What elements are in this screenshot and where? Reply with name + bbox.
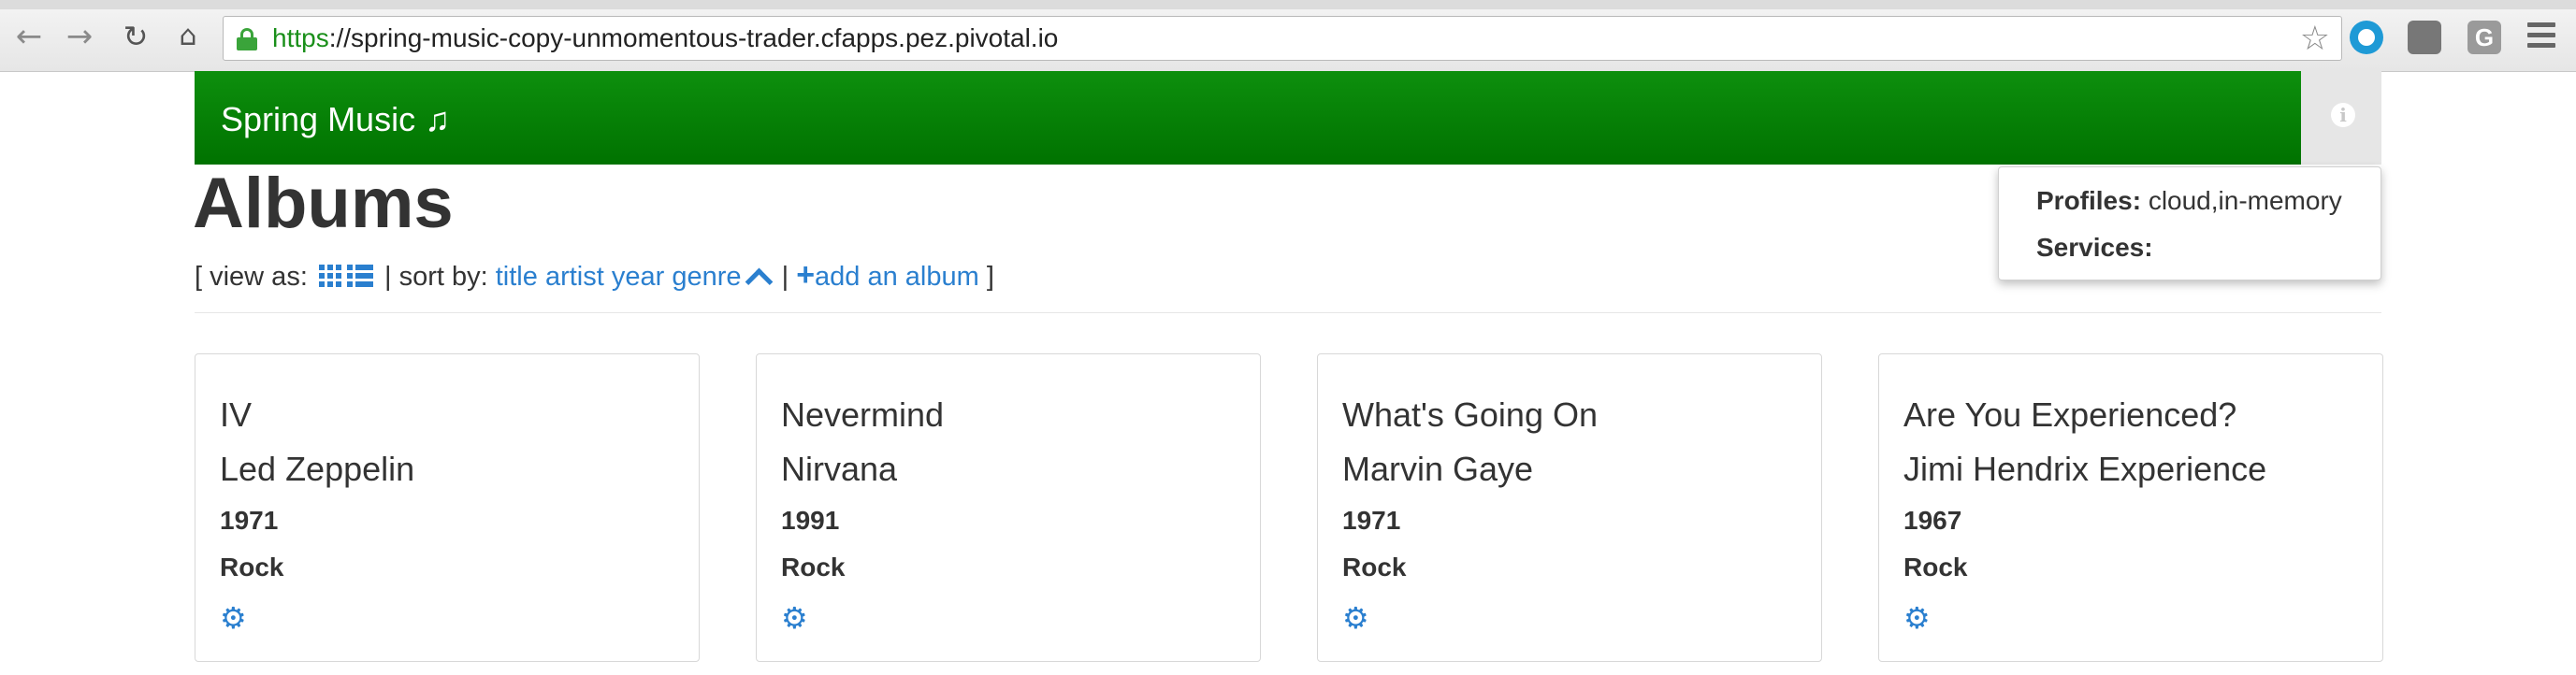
extension-circle-icon[interactable]: [2350, 21, 2383, 54]
album-year[interactable]: 1971: [1342, 506, 1400, 536]
home-icon[interactable]: ⌂: [172, 21, 204, 52]
album-artist[interactable]: Nirvana: [781, 450, 897, 489]
browser-toolbar: ← → ↻ ⌂ https://spring-music-copy-unmome…: [0, 0, 2576, 72]
forward-arrow-icon[interactable]: →: [64, 21, 95, 52]
info-popover: Profiles: cloud,in-memory Services:: [1998, 166, 2381, 280]
reload-icon[interactable]: ↻: [120, 21, 152, 52]
lock-icon: [237, 28, 257, 50]
brand[interactable]: Spring Music ♫: [221, 71, 450, 168]
page-title: Albums: [193, 164, 454, 243]
view-sort-toolbar: [ view as: | sort by: title artist year …: [195, 257, 994, 296]
url-text[interactable]: https://spring-music-copy-unmomentous-tr…: [272, 17, 1058, 60]
extension-box-icon[interactable]: [2408, 21, 2441, 54]
info-button[interactable]: i: [2301, 71, 2381, 165]
profiles-label: Profiles:: [2036, 186, 2142, 215]
album-genre[interactable]: Rock: [1903, 553, 1967, 582]
tab-strip: [0, 0, 2576, 9]
album-card: IV Led Zeppelin 1971 Rock ⚙: [195, 353, 700, 662]
profiles-value: cloud,in-memory: [2148, 186, 2342, 215]
grid-view-icon[interactable]: [318, 265, 341, 288]
album-card: Are You Experienced? Jimi Hendrix Experi…: [1878, 353, 2383, 662]
album-year[interactable]: 1971: [220, 506, 278, 536]
view-as-label: [ view as:: [195, 262, 308, 292]
gear-icon[interactable]: ⚙: [1342, 603, 1369, 633]
album-year[interactable]: 1967: [1903, 506, 1961, 536]
profiles-row: Profiles: cloud,in-memory: [2036, 186, 2342, 216]
url-host: ://spring-music-copy-unmomentous-trader.…: [328, 23, 1059, 52]
bookmark-star-icon[interactable]: ☆: [2300, 21, 2330, 58]
sort-by-label: | sort by:: [384, 262, 488, 292]
music-note-icon: ♫: [425, 100, 451, 138]
album-genre[interactable]: Rock: [1342, 553, 1406, 582]
back-arrow-icon[interactable]: ←: [13, 21, 45, 52]
sort-artist-link[interactable]: artist: [545, 262, 604, 292]
album-title[interactable]: What's Going On: [1342, 395, 1598, 435]
address-bar[interactable]: https://spring-music-copy-unmomentous-tr…: [223, 16, 2342, 61]
album-artist[interactable]: Marvin Gaye: [1342, 450, 1533, 489]
divider: [195, 312, 2381, 313]
services-row: Services:: [2036, 233, 2153, 263]
list-view-icon[interactable]: [346, 265, 373, 288]
toolbar-separator: |: [781, 262, 789, 292]
gear-icon[interactable]: ⚙: [1903, 603, 1931, 633]
gear-icon[interactable]: ⚙: [781, 603, 808, 633]
album-artist[interactable]: Led Zeppelin: [220, 450, 414, 489]
album-card: Nevermind Nirvana 1991 Rock ⚙: [756, 353, 1261, 662]
album-title[interactable]: Nevermind: [781, 395, 944, 435]
url-scheme: https: [272, 23, 329, 52]
album-title[interactable]: IV: [220, 395, 252, 435]
album-year[interactable]: 1991: [781, 506, 839, 536]
services-label: Services:: [2036, 233, 2153, 262]
plus-icon: +: [796, 257, 816, 294]
app-header: Spring Music ♫: [195, 71, 2301, 165]
album-genre[interactable]: Rock: [781, 553, 845, 582]
add-album-label: add an album: [815, 262, 979, 292]
sort-genre-link[interactable]: genre: [672, 262, 741, 292]
album-genre[interactable]: Rock: [220, 553, 283, 582]
album-title[interactable]: Are You Experienced?: [1903, 395, 2236, 435]
brand-label: Spring Music: [221, 100, 416, 138]
sort-year-link[interactable]: year: [612, 262, 664, 292]
add-album-link[interactable]: +add an album: [796, 257, 979, 293]
info-icon: i: [2331, 103, 2355, 127]
album-artist[interactable]: Jimi Hendrix Experience: [1903, 450, 2266, 489]
browser-menu-icon[interactable]: [2527, 22, 2555, 53]
sort-ascending-icon[interactable]: [745, 267, 773, 296]
extension-g-icon[interactable]: G: [2467, 21, 2501, 54]
gear-icon[interactable]: ⚙: [220, 603, 247, 633]
toolbar-close-bracket: ]: [986, 262, 994, 292]
album-card: What's Going On Marvin Gaye 1971 Rock ⚙: [1317, 353, 1822, 662]
sort-title-link[interactable]: title: [496, 262, 538, 292]
